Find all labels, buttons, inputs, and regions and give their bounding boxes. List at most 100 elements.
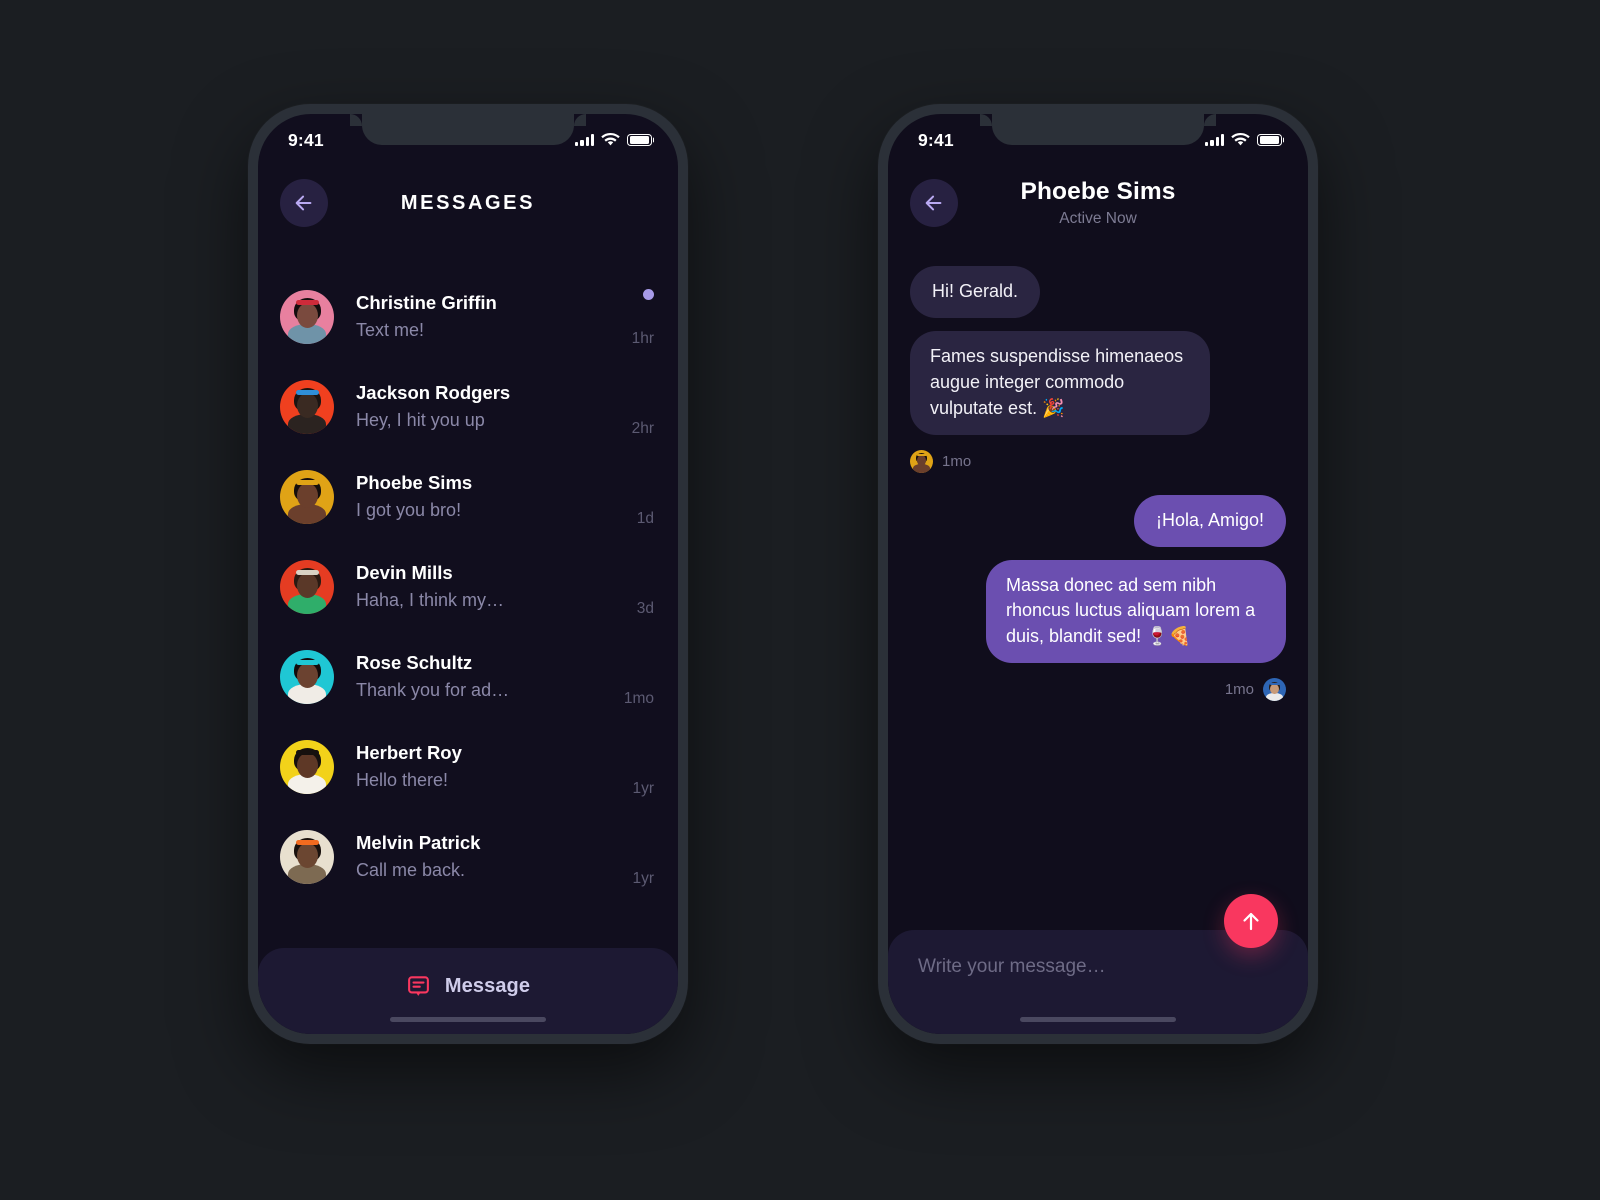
conversation-name: Rose Schultz	[356, 652, 473, 674]
conversation-preview: Haha, I think my…	[356, 590, 505, 611]
chat-title-wrap: Phoebe Sims Active Now	[910, 178, 1286, 228]
back-button-list[interactable]	[280, 179, 328, 227]
conversation-meta: 1hr	[604, 286, 654, 348]
conversation-row[interactable]: Herbert Roy Hello there! 1yr	[280, 722, 654, 812]
arrow-left-icon	[925, 195, 942, 211]
status-bar-left: 9:41	[258, 114, 678, 160]
message-group-in: Hi! Gerald.	[910, 266, 1286, 331]
status-bar-icons	[1205, 133, 1282, 147]
message-timestamp-row: 1mo	[1224, 678, 1286, 702]
avatar	[280, 470, 334, 524]
avatar	[280, 650, 334, 704]
signal-bars-icon	[575, 134, 594, 146]
screenshot-canvas: 9:41 MESSAGES Christine Griffin Text me!…	[0, 0, 1600, 1200]
back-button-chat[interactable]	[910, 179, 958, 227]
message-button[interactable]: Message	[406, 974, 530, 999]
conversation-timestamp: 3d	[636, 600, 654, 617]
chat-contact-name: Phoebe Sims	[1020, 177, 1176, 205]
message-timestamp: 1mo	[942, 452, 972, 470]
conversation-name: Christine Griffin	[356, 292, 497, 314]
outgoing-message-bubble[interactable]: Massa donec ad sem nibh rhoncus luctus a…	[986, 559, 1286, 664]
arrow-up-icon	[1243, 912, 1259, 931]
conversation-text: Melvin Patrick Call me back.	[356, 831, 604, 882]
conversation-text: Rose Schultz Thank you for ad…	[356, 651, 604, 702]
conversation-timestamp: 1hr	[631, 330, 654, 347]
phone-device-chat: 9:41 Phoebe Sims Active Now Hi! Gerald. …	[878, 104, 1318, 1044]
screen-chat: 9:41 Phoebe Sims Active Now Hi! Gerald. …	[888, 114, 1308, 1034]
list-title-wrap: MESSAGES	[280, 192, 656, 215]
send-message-button[interactable]	[1224, 894, 1278, 948]
conversation-name: Jackson Rodgers	[356, 382, 511, 404]
conversation-name: Herbert Roy	[356, 742, 462, 764]
conversation-row[interactable]: Christine Griffin Text me! 1hr	[280, 272, 654, 362]
avatar	[280, 740, 334, 794]
conversation-meta: 3d	[604, 556, 654, 618]
status-bar-icons	[575, 133, 652, 147]
conversation-timestamp: 1yr	[632, 870, 654, 887]
conversation-timestamp: 1yr	[632, 780, 654, 797]
conversation-meta: 1yr	[604, 736, 654, 798]
list-nav-header: MESSAGES	[258, 160, 678, 246]
wifi-icon	[1231, 133, 1250, 146]
wifi-icon	[601, 133, 620, 146]
screen-messages-list: 9:41 MESSAGES Christine Griffin Text me!…	[258, 114, 678, 1034]
avatar	[280, 560, 334, 614]
status-bar-time: 9:41	[288, 129, 324, 150]
arrow-left-icon	[295, 195, 312, 211]
message-sender-avatar	[910, 449, 933, 473]
conversation-meta: 1yr	[604, 826, 654, 888]
battery-icon	[1257, 133, 1282, 147]
conversation-row[interactable]: Devin Mills Haha, I think my… 3d	[280, 542, 654, 632]
phone-device-messages-list: 9:41 MESSAGES Christine Griffin Text me!…	[248, 104, 688, 1044]
message-input[interactable]	[918, 956, 1280, 978]
chat-message-thread[interactable]: Hi! Gerald. Fames suspendisse himenaeos a…	[888, 266, 1308, 930]
conversation-name: Phoebe Sims	[356, 472, 473, 494]
conversation-text: Herbert Roy Hello there!	[356, 741, 604, 792]
chat-nav-header: Phoebe Sims Active Now	[888, 160, 1308, 246]
conversation-meta: 1mo	[604, 646, 654, 708]
chat-contact-status: Active Now	[1059, 210, 1137, 228]
home-indicator-left[interactable]	[390, 1016, 546, 1022]
conversation-timestamp: 1mo	[623, 690, 654, 707]
conversation-text: Jackson Rodgers Hey, I hit you up	[356, 381, 604, 432]
conversation-preview: Hello there!	[356, 770, 449, 791]
conversation-list[interactable]: Christine Griffin Text me! 1hr Jackson Rodg…	[258, 260, 678, 948]
conversation-row[interactable]: Melvin Patrick Call me back. 1yr	[280, 812, 654, 902]
unread-dot	[643, 289, 654, 300]
message-group-out: ¡Hola, Amigo!	[910, 494, 1286, 560]
conversation-preview: Text me!	[356, 320, 425, 341]
outgoing-message-bubble[interactable]: ¡Hola, Amigo!	[1133, 494, 1286, 547]
conversation-row[interactable]: Phoebe Sims I got you bro! 1d	[280, 452, 654, 542]
message-bubble-icon	[407, 975, 429, 996]
conversation-preview: Call me back.	[356, 860, 466, 881]
message-group-in: Fames suspendisse himenaeos augue intege…	[910, 330, 1286, 495]
conversation-text: Devin Mills Haha, I think my…	[356, 561, 604, 612]
conversation-row[interactable]: Rose Schultz Thank you for ad… 1mo	[280, 632, 654, 722]
conversation-text: Phoebe Sims I got you bro!	[356, 471, 604, 522]
conversation-name: Melvin Patrick	[356, 832, 481, 854]
message-timestamp: 1mo	[1224, 681, 1254, 699]
conversation-meta: 2hr	[604, 376, 654, 438]
avatar	[280, 380, 334, 434]
conversation-text: Christine Griffin Text me!	[356, 291, 604, 342]
home-indicator-right[interactable]	[1020, 1016, 1176, 1022]
conversation-preview: Thank you for ad…	[356, 680, 510, 701]
incoming-message-bubble[interactable]: Fames suspendisse himenaeos augue intege…	[910, 330, 1210, 435]
conversation-timestamp: 1d	[636, 510, 654, 527]
signal-bars-icon	[1205, 134, 1224, 146]
message-group-out: Massa donec ad sem nibh rhoncus luctus a…	[910, 559, 1286, 724]
incoming-message-bubble[interactable]: Hi! Gerald.	[910, 266, 1041, 318]
status-bar-time: 9:41	[918, 129, 954, 150]
conversation-meta: 1d	[604, 466, 654, 528]
message-button-label: Message	[444, 974, 531, 997]
message-sender-avatar	[1263, 678, 1286, 702]
avatar	[280, 830, 334, 884]
status-bar-right: 9:41	[888, 114, 1308, 160]
conversation-preview: Hey, I hit you up	[356, 410, 485, 431]
page-title: MESSAGES	[400, 191, 536, 214]
conversation-row[interactable]: Jackson Rodgers Hey, I hit you up 2hr	[280, 362, 654, 452]
conversation-timestamp: 2hr	[631, 420, 654, 437]
conversation-preview: I got you bro!	[356, 500, 462, 521]
message-timestamp-row: 1mo	[910, 449, 972, 473]
battery-icon	[627, 133, 652, 147]
